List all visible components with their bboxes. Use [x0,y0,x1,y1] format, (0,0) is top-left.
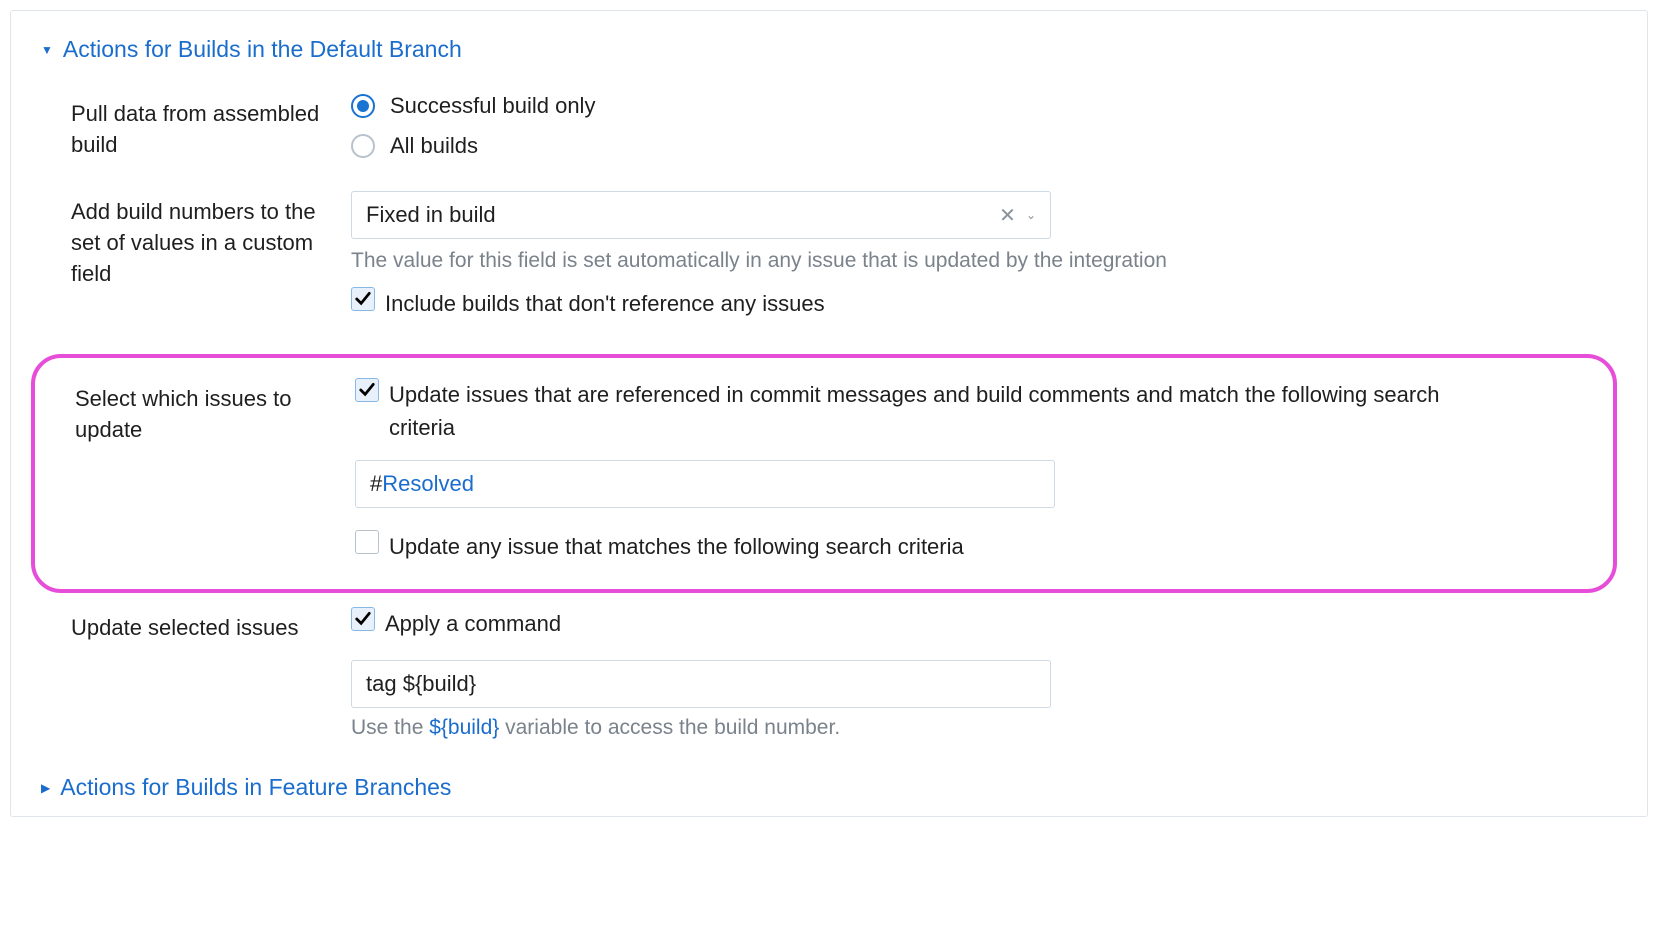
checkbox-label-update-any: Update any issue that matches the follow… [389,530,964,563]
select-value: Fixed in build [366,202,496,228]
settings-panel: ▼ Actions for Builds in the Default Bran… [10,10,1648,817]
checkbox-label-include-unref: Include builds that don't reference any … [385,287,825,320]
label-select-issues: Select which issues to update [75,378,355,446]
input-command[interactable]: tag ${build} [351,660,1051,708]
label-update-selected: Update selected issues [71,607,351,644]
checkbox-row-update-referenced: Update issues that are referenced in com… [355,378,1455,444]
helper-custom-field: The value for this field is set automati… [351,249,1451,273]
checkbox-row-update-any: Update any issue that matches the follow… [355,530,1455,563]
radio-successful-build-only[interactable]: Successful build only [351,93,1451,119]
control-pull-data: Successful build only All builds [351,93,1451,173]
radio-label: Successful build only [390,93,595,119]
select-custom-field[interactable]: Fixed in build ✕ ⌄ [351,191,1051,239]
section-header-default-branch[interactable]: ▼ Actions for Builds in the Default Bran… [41,36,1617,63]
section-title: Actions for Builds in Feature Branches [60,774,451,801]
checkbox-label-apply-command: Apply a command [385,607,561,640]
tag-token: Resolved [382,471,474,496]
radio-icon [351,134,375,158]
checkmark-icon [353,289,373,309]
control-update-selected: Apply a command tag ${build} Use the ${b… [351,607,1451,754]
label-pull-data: Pull data from assembled build [71,93,351,161]
radio-all-builds[interactable]: All builds [351,133,1451,159]
input-search-criteria[interactable]: #Resolved [355,460,1055,508]
checkbox-update-referenced[interactable] [355,378,379,402]
chevron-down-icon[interactable]: ⌄ [1026,208,1036,222]
checkmark-icon [353,609,373,629]
highlight-select-issues: Select which issues to update Update iss… [31,354,1617,593]
checkbox-update-any[interactable] [355,530,379,554]
checkbox-include-unref[interactable] [351,287,375,311]
helper-prefix: Use the [351,716,429,739]
row-update-selected: Update selected issues Apply a command t… [41,607,1617,754]
row-pull-data: Pull data from assembled build Successfu… [41,93,1617,173]
control-add-build-numbers: Fixed in build ✕ ⌄ The value for this fi… [351,191,1451,336]
row-select-issues: Select which issues to update Update iss… [35,378,1593,579]
row-add-build-numbers: Add build numbers to the set of values i… [41,191,1617,336]
hash-symbol: # [370,471,382,496]
checkbox-apply-command[interactable] [351,607,375,631]
select-actions: ✕ ⌄ [999,203,1036,228]
disclosure-arrow-down-icon: ▼ [41,43,53,57]
checkbox-label-update-referenced: Update issues that are referenced in com… [389,378,1455,444]
control-select-issues: Update issues that are referenced in com… [355,378,1455,579]
checkbox-row-apply-command: Apply a command [351,607,1451,640]
radio-icon [351,94,375,118]
checkmark-icon [357,380,377,400]
helper-variable: ${build} [429,716,499,739]
disclosure-arrow-right-icon: ▶ [41,781,50,795]
clear-icon[interactable]: ✕ [999,203,1016,228]
command-prefix: tag [366,671,403,696]
helper-suffix: variable to access the build number. [499,716,840,739]
label-add-build-numbers: Add build numbers to the set of values i… [71,191,351,289]
checkbox-row-include-unref: Include builds that don't reference any … [351,287,1451,320]
command-variable: ${build} [403,671,476,696]
section-header-feature-branches[interactable]: ▶ Actions for Builds in Feature Branches [41,774,1617,801]
helper-command: Use the ${build} variable to access the … [351,716,1451,740]
section-title: Actions for Builds in the Default Branch [63,36,462,63]
radio-label: All builds [390,133,478,159]
